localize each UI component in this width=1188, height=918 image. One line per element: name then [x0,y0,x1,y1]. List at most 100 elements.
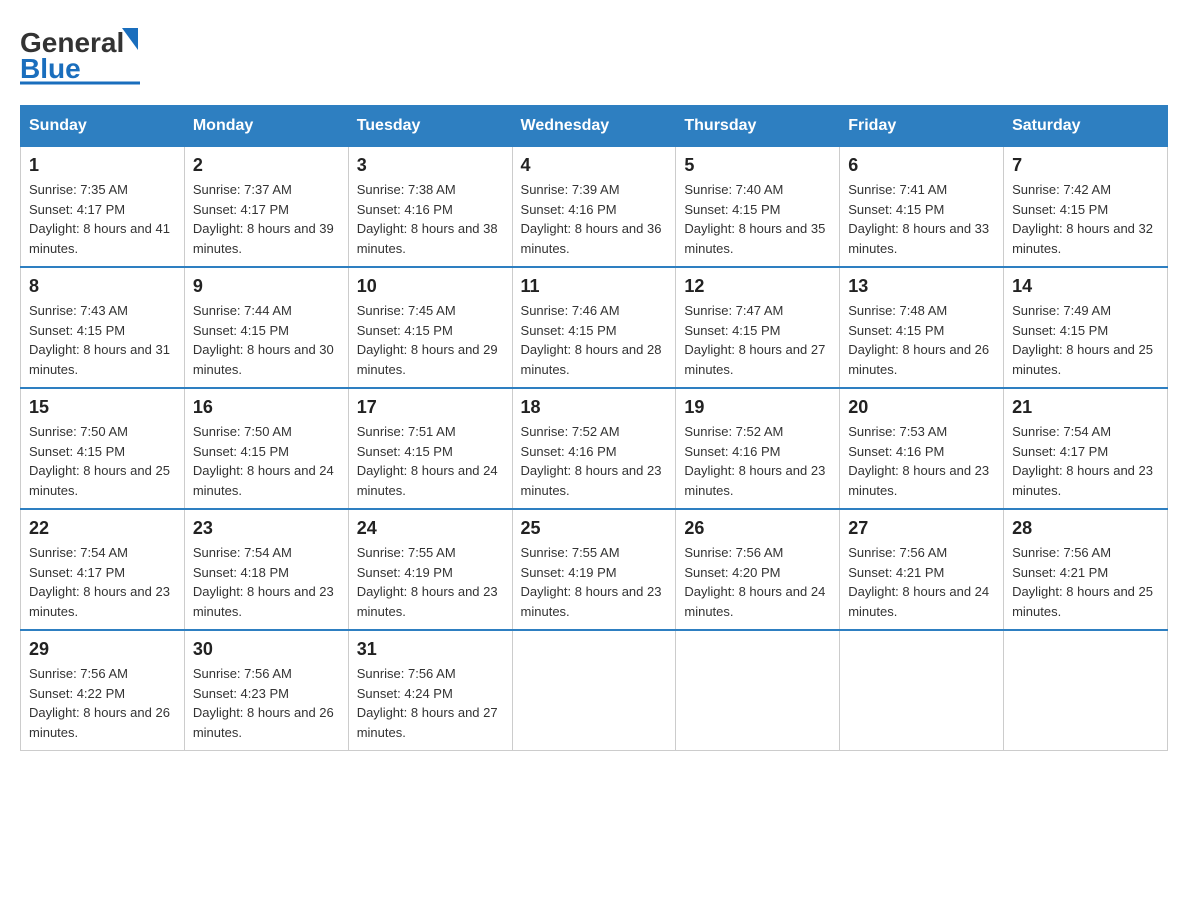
day-number: 24 [357,518,504,539]
calendar-week-5: 29 Sunrise: 7:56 AM Sunset: 4:22 PM Dayl… [21,630,1168,751]
day-number: 20 [848,397,995,418]
day-info: Sunrise: 7:38 AM Sunset: 4:16 PM Dayligh… [357,180,504,258]
calendar-cell: 25 Sunrise: 7:55 AM Sunset: 4:19 PM Dayl… [512,509,676,630]
day-number: 4 [521,155,668,176]
calendar-cell: 11 Sunrise: 7:46 AM Sunset: 4:15 PM Dayl… [512,267,676,388]
calendar-week-3: 15 Sunrise: 7:50 AM Sunset: 4:15 PM Dayl… [21,388,1168,509]
calendar-cell: 29 Sunrise: 7:56 AM Sunset: 4:22 PM Dayl… [21,630,185,751]
calendar-cell: 7 Sunrise: 7:42 AM Sunset: 4:15 PM Dayli… [1004,146,1168,267]
day-info: Sunrise: 7:56 AM Sunset: 4:24 PM Dayligh… [357,664,504,742]
calendar-cell: 14 Sunrise: 7:49 AM Sunset: 4:15 PM Dayl… [1004,267,1168,388]
day-number: 18 [521,397,668,418]
weekday-header-saturday: Saturday [1004,106,1168,146]
day-info: Sunrise: 7:49 AM Sunset: 4:15 PM Dayligh… [1012,301,1159,379]
day-number: 10 [357,276,504,297]
day-info: Sunrise: 7:51 AM Sunset: 4:15 PM Dayligh… [357,422,504,500]
day-info: Sunrise: 7:46 AM Sunset: 4:15 PM Dayligh… [521,301,668,379]
calendar-cell: 31 Sunrise: 7:56 AM Sunset: 4:24 PM Dayl… [348,630,512,751]
day-info: Sunrise: 7:50 AM Sunset: 4:15 PM Dayligh… [193,422,340,500]
day-number: 23 [193,518,340,539]
calendar-cell: 30 Sunrise: 7:56 AM Sunset: 4:23 PM Dayl… [184,630,348,751]
calendar-week-4: 22 Sunrise: 7:54 AM Sunset: 4:17 PM Dayl… [21,509,1168,630]
calendar-cell: 1 Sunrise: 7:35 AM Sunset: 4:17 PM Dayli… [21,146,185,267]
day-number: 2 [193,155,340,176]
logo-svg: General Blue [20,20,150,85]
day-number: 26 [684,518,831,539]
calendar-cell [840,630,1004,751]
day-number: 3 [357,155,504,176]
day-number: 5 [684,155,831,176]
calendar-cell: 17 Sunrise: 7:51 AM Sunset: 4:15 PM Dayl… [348,388,512,509]
calendar-cell: 21 Sunrise: 7:54 AM Sunset: 4:17 PM Dayl… [1004,388,1168,509]
weekday-header-wednesday: Wednesday [512,106,676,146]
day-info: Sunrise: 7:52 AM Sunset: 4:16 PM Dayligh… [684,422,831,500]
calendar-cell: 28 Sunrise: 7:56 AM Sunset: 4:21 PM Dayl… [1004,509,1168,630]
calendar-cell: 16 Sunrise: 7:50 AM Sunset: 4:15 PM Dayl… [184,388,348,509]
day-number: 12 [684,276,831,297]
calendar-table: SundayMondayTuesdayWednesdayThursdayFrid… [20,105,1168,751]
calendar-cell: 18 Sunrise: 7:52 AM Sunset: 4:16 PM Dayl… [512,388,676,509]
day-info: Sunrise: 7:50 AM Sunset: 4:15 PM Dayligh… [29,422,176,500]
day-info: Sunrise: 7:40 AM Sunset: 4:15 PM Dayligh… [684,180,831,258]
calendar-cell: 8 Sunrise: 7:43 AM Sunset: 4:15 PM Dayli… [21,267,185,388]
day-number: 16 [193,397,340,418]
day-info: Sunrise: 7:45 AM Sunset: 4:15 PM Dayligh… [357,301,504,379]
calendar-cell: 22 Sunrise: 7:54 AM Sunset: 4:17 PM Dayl… [21,509,185,630]
day-info: Sunrise: 7:42 AM Sunset: 4:15 PM Dayligh… [1012,180,1159,258]
day-info: Sunrise: 7:35 AM Sunset: 4:17 PM Dayligh… [29,180,176,258]
calendar-week-1: 1 Sunrise: 7:35 AM Sunset: 4:17 PM Dayli… [21,146,1168,267]
day-number: 6 [848,155,995,176]
weekday-header-monday: Monday [184,106,348,146]
page-header: General Blue [20,20,1168,85]
day-info: Sunrise: 7:44 AM Sunset: 4:15 PM Dayligh… [193,301,340,379]
weekday-header-sunday: Sunday [21,106,185,146]
day-info: Sunrise: 7:37 AM Sunset: 4:17 PM Dayligh… [193,180,340,258]
calendar-cell [676,630,840,751]
day-info: Sunrise: 7:52 AM Sunset: 4:16 PM Dayligh… [521,422,668,500]
day-number: 15 [29,397,176,418]
calendar-cell: 27 Sunrise: 7:56 AM Sunset: 4:21 PM Dayl… [840,509,1004,630]
calendar-cell: 5 Sunrise: 7:40 AM Sunset: 4:15 PM Dayli… [676,146,840,267]
calendar-cell: 12 Sunrise: 7:47 AM Sunset: 4:15 PM Dayl… [676,267,840,388]
calendar-cell: 10 Sunrise: 7:45 AM Sunset: 4:15 PM Dayl… [348,267,512,388]
day-number: 7 [1012,155,1159,176]
weekday-header-thursday: Thursday [676,106,840,146]
calendar-cell: 23 Sunrise: 7:54 AM Sunset: 4:18 PM Dayl… [184,509,348,630]
day-number: 8 [29,276,176,297]
day-info: Sunrise: 7:41 AM Sunset: 4:15 PM Dayligh… [848,180,995,258]
day-number: 22 [29,518,176,539]
calendar-cell [512,630,676,751]
day-info: Sunrise: 7:56 AM Sunset: 4:22 PM Dayligh… [29,664,176,742]
day-info: Sunrise: 7:56 AM Sunset: 4:21 PM Dayligh… [1012,543,1159,621]
day-info: Sunrise: 7:56 AM Sunset: 4:21 PM Dayligh… [848,543,995,621]
day-number: 30 [193,639,340,660]
day-number: 19 [684,397,831,418]
day-info: Sunrise: 7:55 AM Sunset: 4:19 PM Dayligh… [521,543,668,621]
calendar-week-2: 8 Sunrise: 7:43 AM Sunset: 4:15 PM Dayli… [21,267,1168,388]
day-info: Sunrise: 7:43 AM Sunset: 4:15 PM Dayligh… [29,301,176,379]
day-number: 29 [29,639,176,660]
day-number: 11 [521,276,668,297]
day-number: 13 [848,276,995,297]
day-number: 28 [1012,518,1159,539]
logo: General Blue [20,20,150,85]
calendar-cell: 3 Sunrise: 7:38 AM Sunset: 4:16 PM Dayli… [348,146,512,267]
calendar-cell: 19 Sunrise: 7:52 AM Sunset: 4:16 PM Dayl… [676,388,840,509]
day-number: 31 [357,639,504,660]
day-info: Sunrise: 7:53 AM Sunset: 4:16 PM Dayligh… [848,422,995,500]
day-info: Sunrise: 7:55 AM Sunset: 4:19 PM Dayligh… [357,543,504,621]
weekday-header-friday: Friday [840,106,1004,146]
calendar-cell: 6 Sunrise: 7:41 AM Sunset: 4:15 PM Dayli… [840,146,1004,267]
calendar-cell: 13 Sunrise: 7:48 AM Sunset: 4:15 PM Dayl… [840,267,1004,388]
calendar-cell: 26 Sunrise: 7:56 AM Sunset: 4:20 PM Dayl… [676,509,840,630]
calendar-cell: 4 Sunrise: 7:39 AM Sunset: 4:16 PM Dayli… [512,146,676,267]
day-info: Sunrise: 7:47 AM Sunset: 4:15 PM Dayligh… [684,301,831,379]
calendar-cell: 15 Sunrise: 7:50 AM Sunset: 4:15 PM Dayl… [21,388,185,509]
calendar-cell: 24 Sunrise: 7:55 AM Sunset: 4:19 PM Dayl… [348,509,512,630]
calendar-cell: 9 Sunrise: 7:44 AM Sunset: 4:15 PM Dayli… [184,267,348,388]
day-number: 17 [357,397,504,418]
svg-text:Blue: Blue [20,53,81,84]
calendar-cell [1004,630,1168,751]
day-info: Sunrise: 7:48 AM Sunset: 4:15 PM Dayligh… [848,301,995,379]
day-number: 27 [848,518,995,539]
